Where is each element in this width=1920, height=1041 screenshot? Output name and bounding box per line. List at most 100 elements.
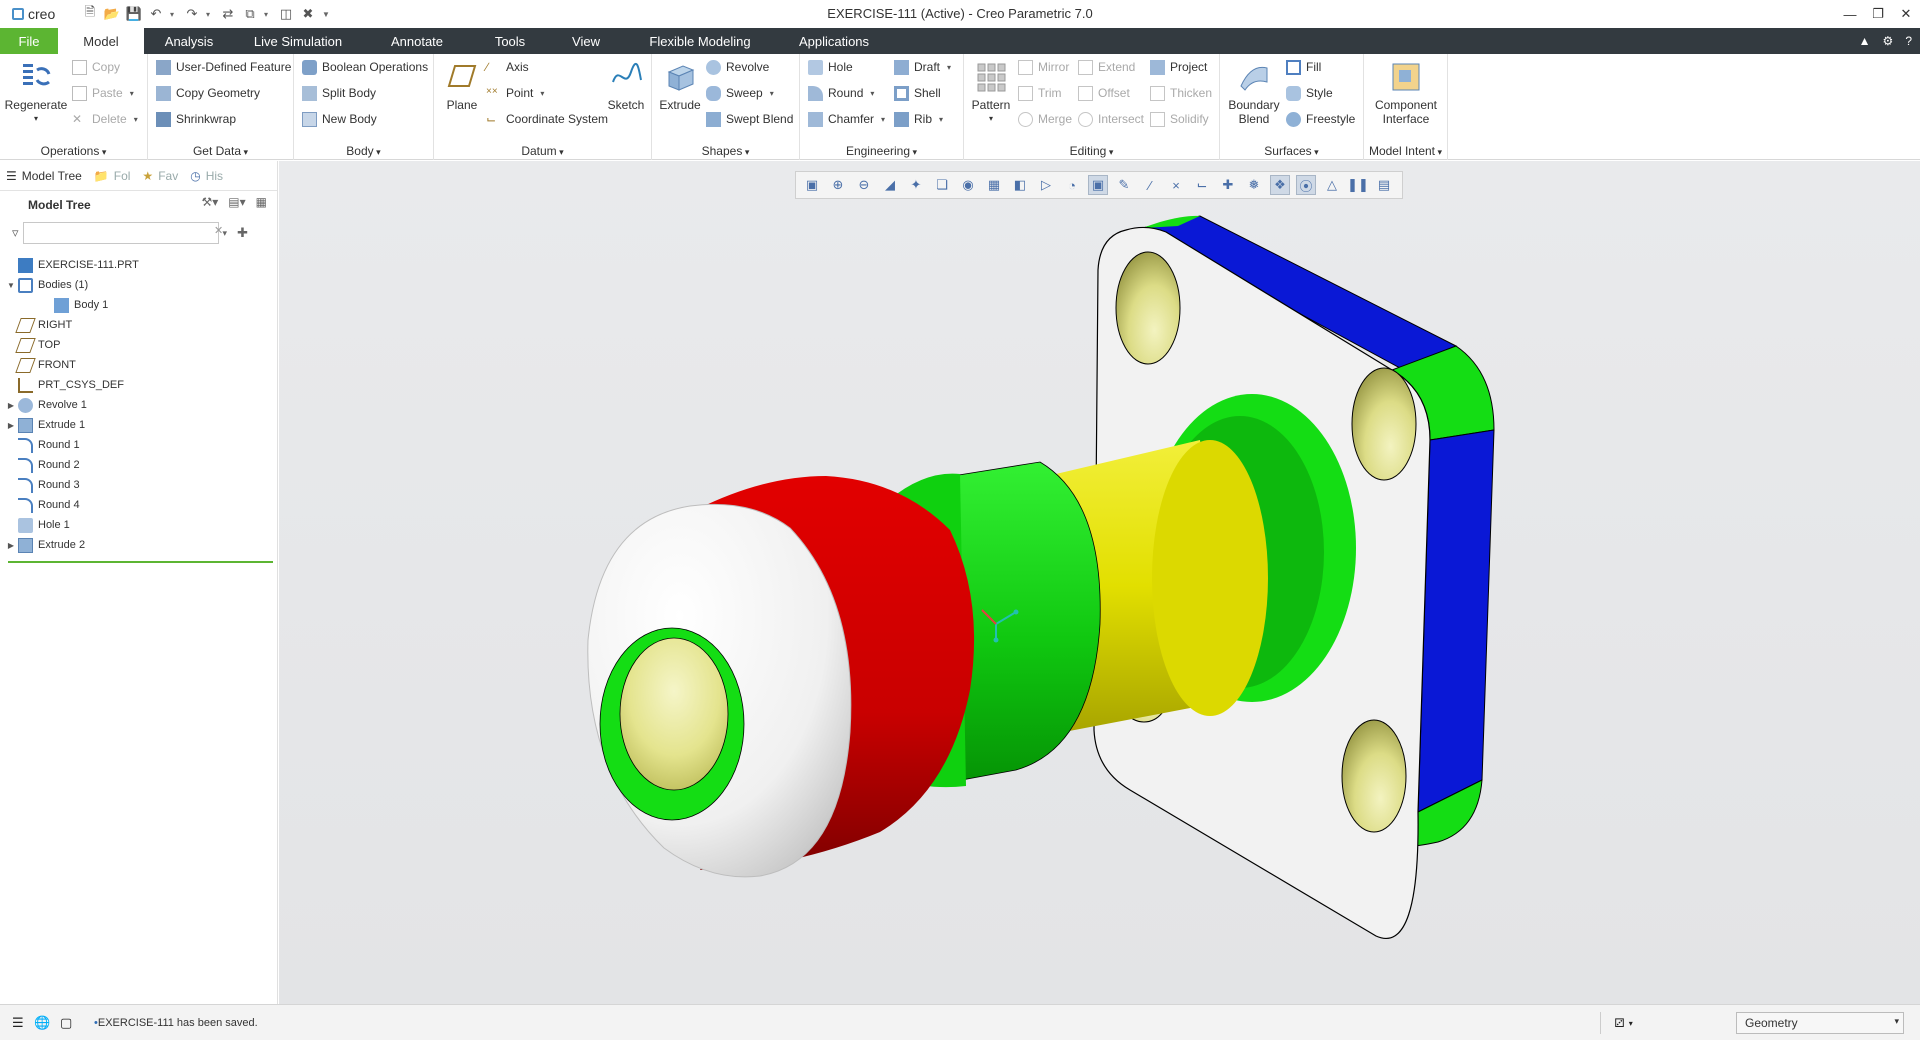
tab-folder-browser[interactable]: 📁 Fol [88, 161, 137, 191]
delete-button[interactable]: ✕ Delete ▾ [72, 108, 138, 130]
save-icon[interactable]: 💾 [126, 6, 142, 22]
fullscreen-icon[interactable]: ▢ [60, 1015, 76, 1031]
undo-dropdown-icon[interactable]: ▾ [170, 10, 178, 19]
point-display-icon[interactable]: × [1166, 175, 1186, 195]
browser-toggle-icon[interactable]: 🌐 [34, 1015, 50, 1031]
graphics-window[interactable]: ▣ ⊕ ⊖ ◢ ✦ ❏ ◉ ▦ ◧ ▷ ◔ ▣ ✎ ∕ × ⌙ ✚ ❅ ❖ ⦿ … [279, 161, 1920, 1004]
add-filter-icon[interactable]: ✚ [237, 225, 248, 241]
user-defined-feature-button[interactable]: User-Defined Feature [156, 56, 291, 78]
tab-analysis[interactable]: Analysis [144, 28, 234, 54]
thicken-button[interactable]: Thicken [1150, 82, 1212, 104]
operations-group-label[interactable]: Operations [0, 144, 147, 158]
redo-dropdown-icon[interactable]: ▾ [206, 10, 214, 19]
shading-icon[interactable]: ▣ [1088, 175, 1108, 195]
pause-icon[interactable]: ❚❚ [1347, 175, 1369, 195]
part-model[interactable] [279, 161, 1920, 1004]
model-display-icon[interactable]: ⦿ [1296, 175, 1316, 195]
round-button[interactable]: Round ▾ [808, 82, 874, 104]
find-button[interactable]: ⚂ ▾ [1600, 1012, 1646, 1034]
tree-search-input[interactable] [22, 222, 219, 244]
zoom-out-icon[interactable]: ⊖ [854, 175, 874, 195]
tree-node[interactable]: Body 1 [0, 295, 277, 315]
tree-node[interactable]: Round 3 [0, 475, 277, 495]
fill-button[interactable]: Fill [1286, 56, 1321, 78]
shell-button[interactable]: Shell [894, 82, 941, 104]
tree-filter-options-icon[interactable]: ▦ [256, 195, 267, 209]
tree-node[interactable]: EXERCISE-111.PRT [0, 255, 277, 275]
get-data-group-label[interactable]: Get Data [148, 144, 293, 158]
tree-node[interactable]: ▶ Extrude 1 [0, 415, 277, 435]
minimize-icon[interactable]: — [1836, 0, 1864, 28]
tree-node[interactable]: Round 2 [0, 455, 277, 475]
open-folder-icon[interactable]: 📂 [104, 6, 120, 22]
pattern-button[interactable]: Pattern ▾ [966, 60, 1016, 126]
trim-button[interactable]: Trim [1018, 82, 1062, 104]
hole-button[interactable]: Hole [808, 56, 853, 78]
mirror-button[interactable]: Mirror [1018, 56, 1069, 78]
split-body-button[interactable]: Split Body [302, 82, 376, 104]
editing-group-label[interactable]: Editing [964, 144, 1219, 158]
surfaces-group-label[interactable]: Surfaces [1220, 144, 1363, 158]
expand-arrow-icon[interactable]: ▶ [4, 401, 18, 410]
tab-history[interactable]: ◷ His [184, 161, 229, 191]
spin-center-icon[interactable]: ✦ [906, 175, 926, 195]
regenerate-button[interactable]: Regenerate ▾ [4, 60, 68, 126]
tree-node[interactable]: FRONT [0, 355, 277, 375]
tree-node[interactable]: ▼ Bodies (1) [0, 275, 277, 295]
tree-node[interactable]: PRT_CSYS_DEF [0, 375, 277, 395]
style-button[interactable]: Style [1286, 82, 1333, 104]
tab-model-tree[interactable]: ☰ Model Tree [0, 161, 88, 191]
datum-group-label[interactable]: Datum [434, 144, 651, 158]
warning-display-icon[interactable]: △ [1322, 175, 1342, 195]
merge-button[interactable]: Merge [1018, 108, 1072, 130]
redo-icon[interactable]: ↷ [184, 6, 200, 22]
sweep-button[interactable]: Sweep ▾ [706, 82, 774, 104]
zoom-in-icon[interactable]: ⊕ [828, 175, 848, 195]
rib-button[interactable]: Rib ▾ [894, 108, 943, 130]
offset-button[interactable]: Offset [1078, 82, 1130, 104]
saved-orientations-icon[interactable]: ❏ [932, 175, 952, 195]
close-icon[interactable]: ✖ [300, 6, 316, 22]
sketch-button[interactable]: Sketch [604, 60, 648, 112]
insert-here-marker[interactable] [8, 561, 273, 563]
tree-settings-icon[interactable]: ⚒▾ [202, 195, 219, 209]
new-file-icon[interactable]: 🗎 [82, 4, 98, 22]
csys-display-icon[interactable]: ⌙ [1192, 175, 1212, 195]
spin-center-display-icon[interactable]: ❖ [1270, 175, 1290, 195]
tab-tools[interactable]: Tools [472, 28, 548, 54]
expand-arrow-icon[interactable]: ▶ [4, 541, 18, 550]
windows-dropdown-icon[interactable]: ▾ [264, 10, 272, 19]
flange-hole[interactable] [1351, 367, 1417, 481]
minimize-ribbon-icon[interactable]: ▲ [1859, 34, 1871, 48]
settings-icon[interactable]: ⚙ [1883, 34, 1894, 48]
solidify-button[interactable]: Solidify [1150, 108, 1209, 130]
shapes-group-label[interactable]: Shapes [652, 144, 799, 158]
filter-icon[interactable]: ▿ [12, 225, 19, 241]
flange-hole[interactable] [1115, 251, 1181, 365]
repaint-icon[interactable]: ◢ [880, 175, 900, 195]
collapse-arrow-icon[interactable]: ▼ [4, 281, 18, 290]
copy-button[interactable]: Copy [72, 56, 120, 78]
tag-display-icon[interactable]: ❅ [1244, 175, 1264, 195]
intersect-button[interactable]: Intersect [1078, 108, 1144, 130]
tab-live-simulation[interactable]: Live Simulation [234, 28, 362, 54]
boundary-blend-button[interactable]: Boundary Blend [1224, 60, 1284, 126]
new-body-button[interactable]: New Body [302, 108, 377, 130]
axis-display-icon[interactable]: ∕ [1140, 175, 1160, 195]
engineering-group-label[interactable]: Engineering [800, 144, 963, 158]
freestyle-button[interactable]: Freestyle [1286, 108, 1355, 130]
windows-icon[interactable]: ⧉ [242, 6, 258, 22]
paste-button[interactable]: Paste ▾ [72, 82, 134, 104]
tree-node[interactable]: Round 1 [0, 435, 277, 455]
body-group-label[interactable]: Body [294, 144, 433, 158]
regenerate-icon[interactable]: ⇄ [220, 6, 236, 22]
restore-icon[interactable]: ❐ [1864, 0, 1892, 28]
close-window-button[interactable]: ✕ [1892, 0, 1920, 28]
plane-display-icon[interactable]: ✎ [1114, 175, 1134, 195]
tree-node[interactable]: ▶ Extrude 2 [0, 535, 277, 555]
expand-arrow-icon[interactable]: ▶ [4, 421, 18, 430]
coordinate-system-button[interactable]: ⌙ Coordinate System [486, 108, 608, 130]
plane-button[interactable]: Plane [440, 60, 484, 112]
perspective-icon[interactable]: ▦ [984, 175, 1004, 195]
tab-model[interactable]: Model [58, 28, 144, 54]
